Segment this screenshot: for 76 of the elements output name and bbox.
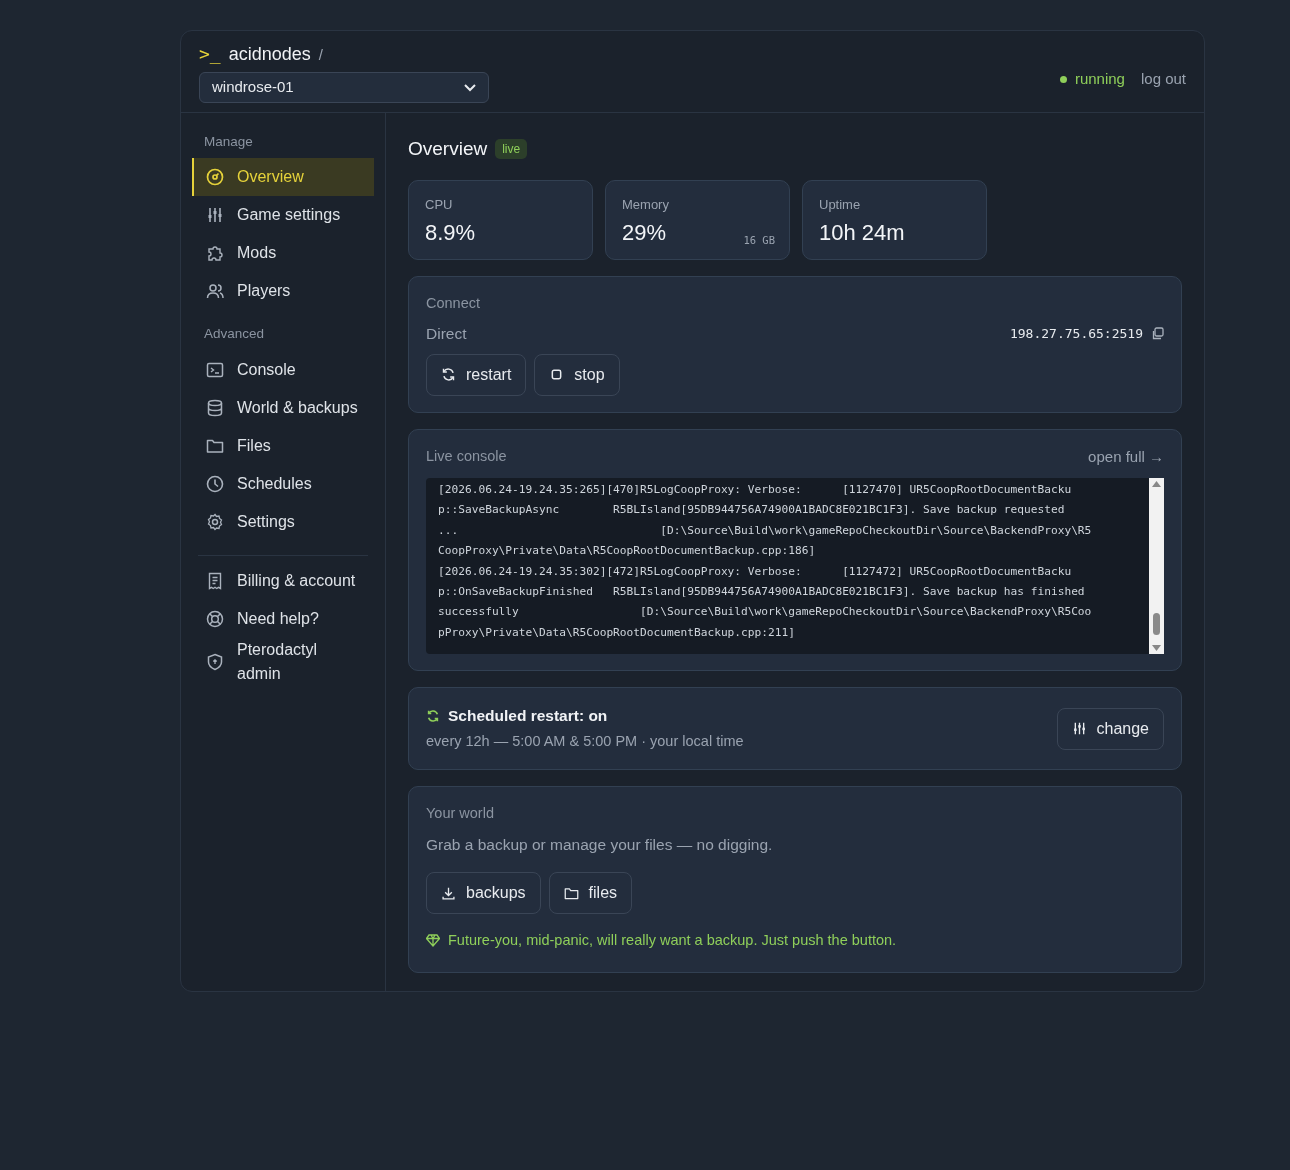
- action-button[interactable]: files: [548, 872, 633, 914]
- server-select[interactable]: windrose-01: [199, 72, 489, 103]
- refresh-icon: [426, 708, 440, 723]
- users-icon: [206, 282, 224, 301]
- stat-label: Memory: [622, 195, 670, 214]
- receipt-icon: [206, 571, 224, 590]
- scrollbar[interactable]: [1149, 478, 1164, 654]
- gem-icon: [426, 934, 440, 948]
- section-heading: Manage: [203, 133, 254, 151]
- scroll-down-arrow-icon[interactable]: [1152, 645, 1161, 651]
- stat-label: CPU: [425, 195, 454, 214]
- folder-icon: [563, 885, 579, 901]
- console-line: ... [D:\Source\Build\work\gameRepoCheckoutDir\Source\BackendProxy\R5: [438, 522, 1093, 539]
- chevron-down-icon: [464, 83, 476, 92]
- stat-value: 29%: [622, 219, 667, 247]
- copy-icon[interactable]: [1151, 327, 1164, 341]
- action-button[interactable]: restart: [426, 353, 527, 396]
- sidebar-item[interactable]: World & backups: [192, 388, 374, 427]
- sidebar-item[interactable]: Pterodactyl admin: [192, 637, 374, 686]
- card-description: Grab a backup or manage your files — no digging.: [426, 834, 774, 855]
- sliders-icon: [1071, 721, 1087, 736]
- console-line: pProxy\Private\Data\R5CoopRootDocumentBackup.cpp:211]: [438, 624, 796, 641]
- lifebuoy-icon: [206, 609, 224, 628]
- terminal-icon: [206, 360, 224, 379]
- connection-label: Direct: [426, 324, 467, 345]
- console-line: p::OnSaveBackupFinished R5BLIsland[95DB944756A74900A1BADC8E021BC1F3]. Save backup has finished: [438, 584, 1086, 601]
- card-title: Your world: [426, 804, 495, 823]
- card-title: Live console: [426, 446, 507, 466]
- sidebar-item[interactable]: Billing & account: [192, 561, 374, 600]
- sidebar-item[interactable]: Schedules: [192, 464, 374, 503]
- console-line: CoopProxy\Private\Data\R5CoopRootDocumentBackup.cpp:186]: [438, 543, 817, 560]
- refresh-icon: [441, 367, 456, 382]
- card-title: Connect: [426, 293, 481, 313]
- stat-label: Uptime: [819, 195, 862, 214]
- clock-icon: [206, 474, 224, 493]
- schedule-title: Scheduled restart: on: [448, 706, 608, 726]
- console-line: [2026.06.24-19.24.35:302][472]R5LogCoopProxy: Verbose: [1127472] UR5CoopRootDocumentBacku: [438, 563, 1073, 580]
- puzzle-icon: [206, 244, 224, 263]
- sliders-icon: [206, 206, 224, 225]
- schedule-detail: every 12h — 5:00 AM & 5:00 PM · your local time: [426, 732, 744, 752]
- page-title: Overview: [408, 137, 488, 161]
- scroll-up-arrow-icon[interactable]: [1152, 481, 1161, 487]
- action-button[interactable]: backups: [426, 872, 541, 914]
- sidebar-item[interactable]: Players: [192, 272, 374, 311]
- breadcrumb-separator: /: [318, 45, 323, 65]
- tip-text: Future-you, mid-panic, will really want a backup. Just push the button.: [448, 931, 897, 950]
- sidebar-item[interactable]: Settings: [192, 502, 374, 541]
- sidebar-item[interactable]: Need help?: [192, 599, 374, 638]
- console-line: [2026.06.24-19.24.35:265][470]R5LogCoopProxy: Verbose: [1127470] UR5CoopRootDocumentBacku: [438, 482, 1073, 498]
- console-line: successfully [D:\Source\Build\work\gameRepoCheckoutDir\Source\BackendProxy\R5Coo: [438, 604, 1093, 621]
- open-full-link[interactable]: open full →: [1088, 445, 1164, 468]
- shield-icon: [206, 652, 224, 671]
- settings-icon: [206, 512, 224, 531]
- sidebar-item[interactable]: Overview: [192, 158, 374, 197]
- live-badge: live: [495, 139, 528, 160]
- sidebar-item[interactable]: Game settings: [192, 196, 374, 235]
- status-dot-icon: [1059, 76, 1067, 83]
- change-button[interactable]: change: [1056, 707, 1164, 750]
- stat-value: 8.9%: [425, 219, 476, 247]
- sidebar-item[interactable]: Console: [192, 350, 374, 389]
- console-line: p::SaveBackupAsync R5BLIsland[95DB944756A74900A1BADC8E021BC1F3]. Save backup requested: [438, 502, 1066, 519]
- logout-link[interactable]: log out: [1140, 68, 1186, 91]
- download-icon: [441, 885, 456, 901]
- stat-note: 16 GB: [743, 232, 775, 248]
- database-icon: [206, 398, 224, 417]
- brand-name: acidnodes: [228, 43, 311, 66]
- prompt-logo: >_: [199, 42, 221, 66]
- section-heading: Advanced: [203, 325, 266, 344]
- action-button[interactable]: stop: [534, 353, 620, 396]
- gauge-icon: [206, 168, 224, 187]
- sidebar-item[interactable]: Mods: [192, 234, 374, 273]
- sidebar-item[interactable]: Files: [192, 426, 374, 465]
- server-address: 198.27.75.65:2519: [1009, 325, 1143, 344]
- stat-value: 10h 24m: [819, 219, 905, 247]
- scrollbar-thumb[interactable]: [1153, 613, 1160, 635]
- server-status: running: [1074, 69, 1125, 90]
